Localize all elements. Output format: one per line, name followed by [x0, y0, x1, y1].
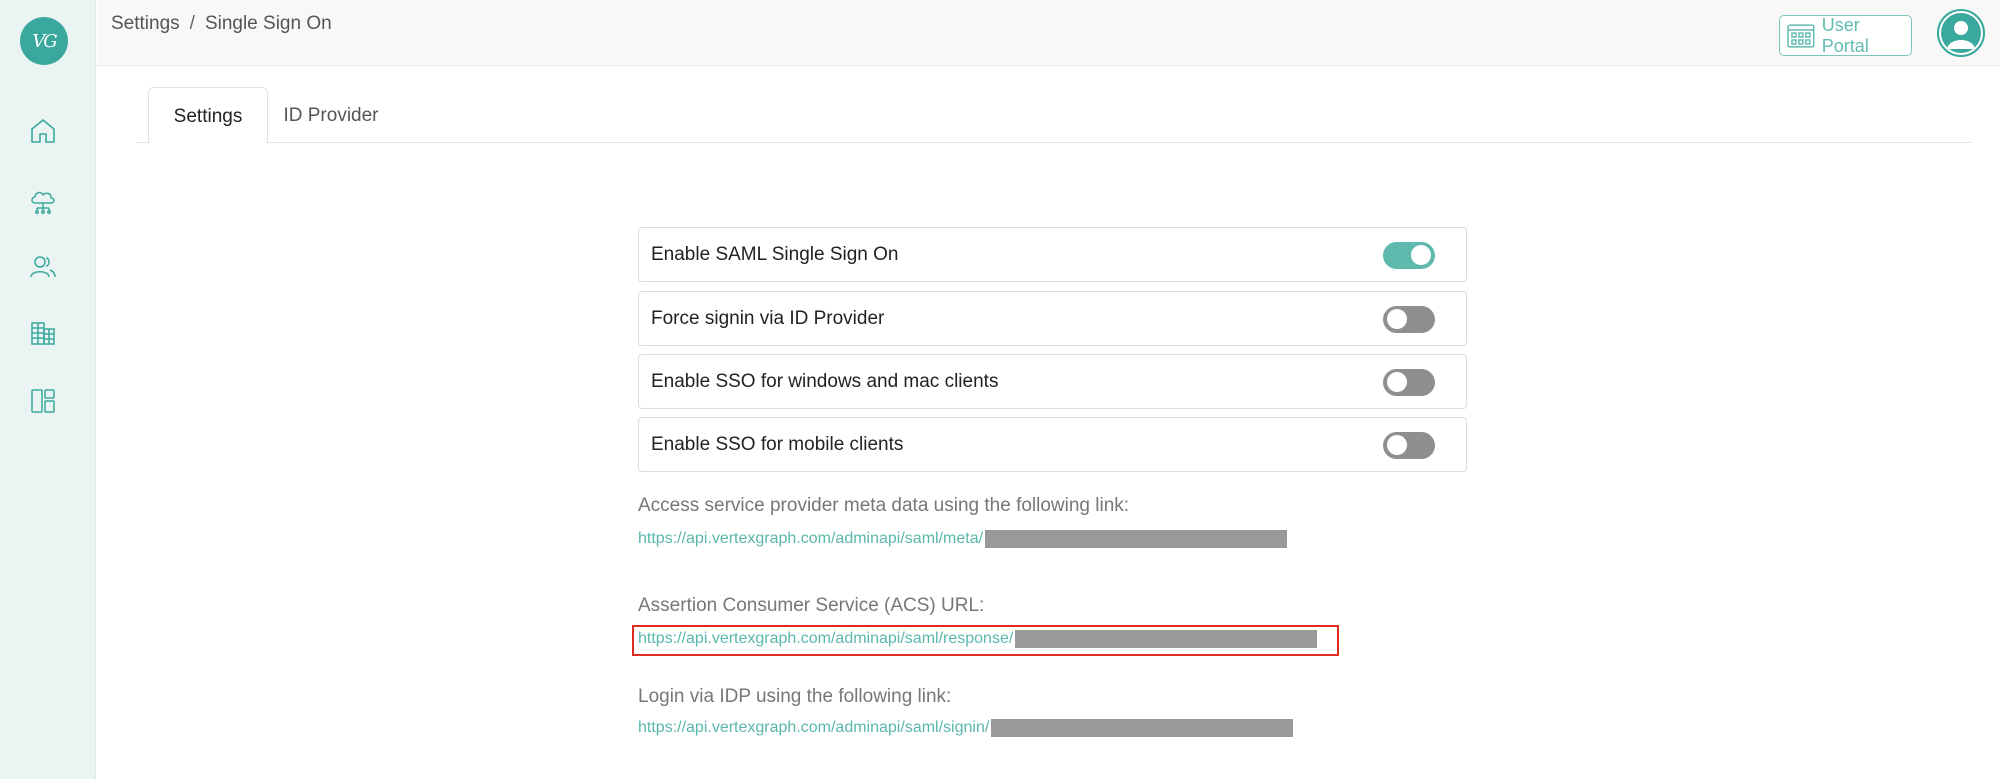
user-icon — [1941, 13, 1981, 53]
tab-id-provider[interactable]: ID Provider — [276, 87, 386, 144]
enable-saml-toggle[interactable] — [1383, 242, 1435, 269]
users-icon[interactable] — [28, 252, 58, 282]
breadcrumb: Settings / Single Sign On — [111, 13, 332, 35]
login-idp-link[interactable]: https://api.vertexgraph.com/adminapi/sam… — [638, 719, 989, 737]
meta-data-label: Access service provider meta data using … — [638, 495, 1130, 516]
tab-bar: Settings ID Provider — [136, 87, 1972, 144]
setting-label: Enable SSO for windows and mac clients — [651, 371, 999, 392]
acs-url-label: Assertion Consumer Service (ACS) URL: — [638, 595, 985, 616]
setting-row-enable-saml: Enable SAML Single Sign On — [638, 227, 1467, 282]
user-portal-label: User Portal — [1821, 14, 1869, 56]
login-idp-link-line: https://api.vertexgraph.com/adminapi/sam… — [638, 717, 1294, 739]
app-logo[interactable]: VG — [20, 17, 68, 65]
breadcrumb-separator: / — [189, 13, 195, 34]
avatar[interactable] — [1937, 9, 1985, 57]
setting-row-sso-desktop: Enable SSO for windows and mac clients — [638, 354, 1467, 409]
meta-data-link[interactable]: https://api.vertexgraph.com/adminapi/sam… — [638, 530, 983, 548]
setting-label: Enable SAML Single Sign On — [651, 244, 899, 265]
setting-row-force-signin: Force signin via ID Provider — [638, 291, 1467, 346]
tab-settings[interactable]: Settings — [148, 87, 268, 144]
force-signin-toggle[interactable] — [1383, 306, 1435, 333]
redacted-block — [991, 719, 1294, 737]
setting-label: Enable SSO for mobile clients — [651, 434, 904, 455]
home-icon[interactable] — [28, 116, 58, 146]
setting-row-sso-mobile: Enable SSO for mobile clients — [638, 417, 1467, 472]
user-portal-button[interactable]: User Portal — [1779, 15, 1912, 56]
breadcrumb-settings[interactable]: Settings — [111, 13, 180, 34]
breadcrumb-current: Single Sign On — [204, 13, 332, 34]
redacted-block — [985, 530, 1288, 548]
topbar: Settings / Single Sign On User Portal — [97, 0, 2000, 66]
acs-url-highlight — [632, 625, 1339, 656]
setting-label: Force signin via ID Provider — [651, 308, 885, 329]
login-idp-label: Login via IDP using the following link: — [638, 686, 952, 707]
grid-calendar-icon — [1787, 23, 1815, 48]
buildings-icon[interactable] — [28, 318, 58, 348]
sso-desktop-toggle[interactable] — [1383, 369, 1435, 396]
sso-mobile-toggle[interactable] — [1383, 432, 1435, 459]
layout-icon[interactable] — [28, 386, 58, 416]
cloud-network-icon[interactable] — [28, 186, 58, 216]
meta-data-link-line: https://api.vertexgraph.com/adminapi/sam… — [638, 528, 1288, 550]
sidebar: VG — [0, 0, 96, 779]
